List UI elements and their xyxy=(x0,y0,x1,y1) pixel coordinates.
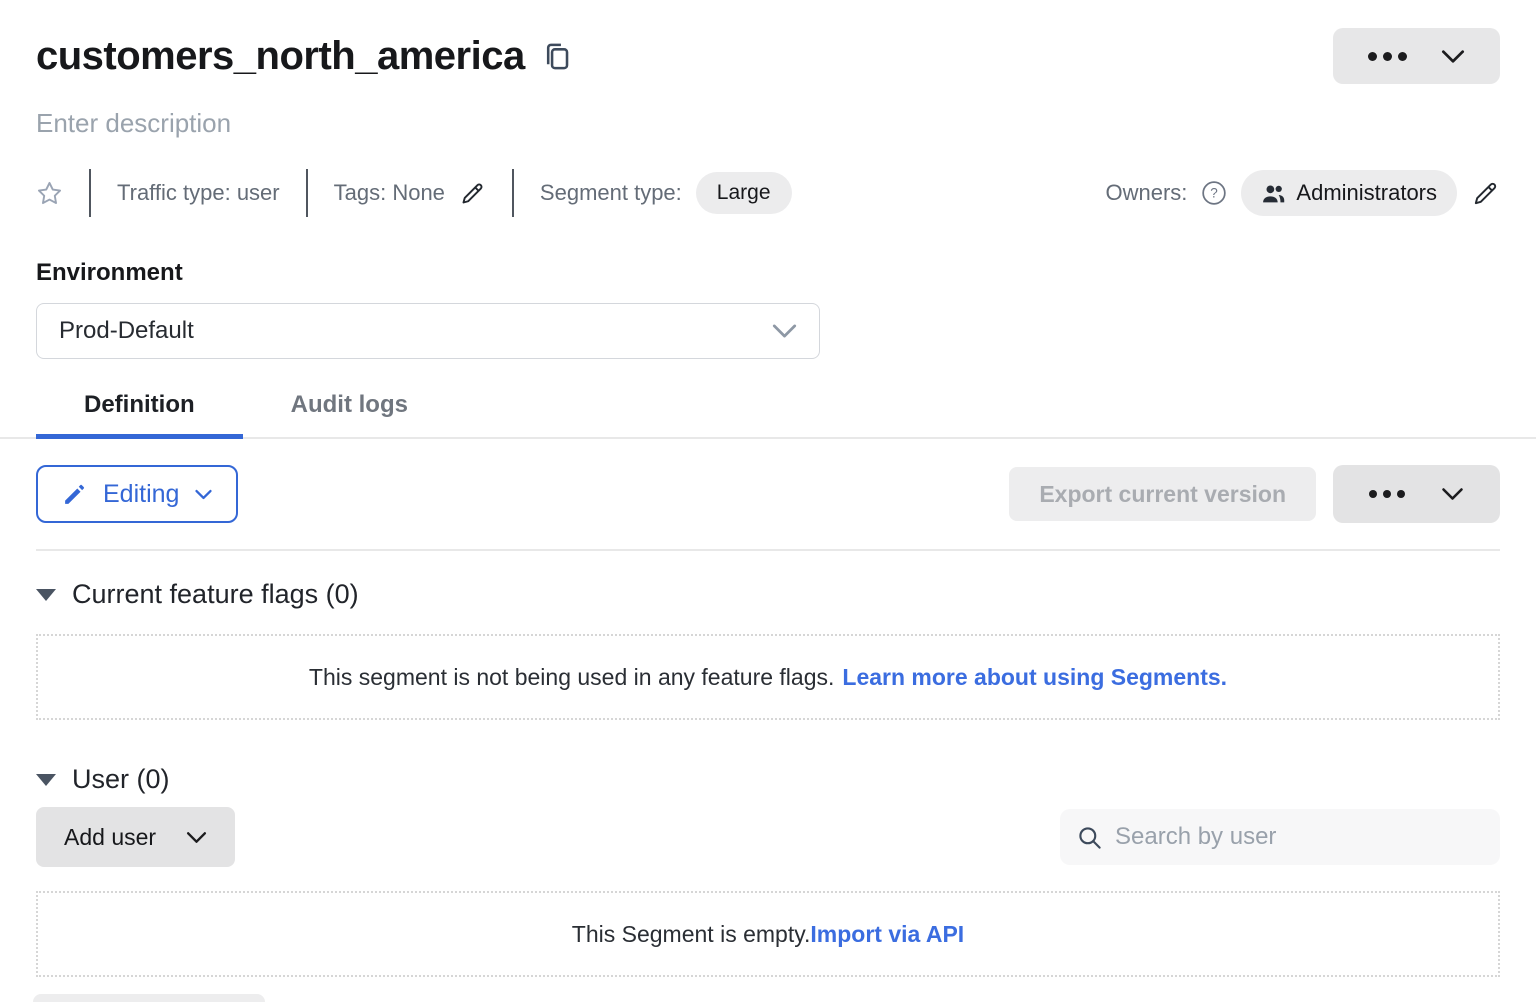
user-empty-text: This Segment is empty. xyxy=(572,921,811,947)
owners-label: Owners: xyxy=(1105,180,1187,206)
people-icon xyxy=(1261,183,1286,204)
divider xyxy=(306,169,308,217)
traffic-type-label: Traffic type: user xyxy=(117,180,280,206)
page-title: customers_north_america xyxy=(36,34,525,79)
divider xyxy=(512,169,514,217)
section-divider xyxy=(36,549,1500,551)
user-toolbar: Add user xyxy=(36,807,1500,867)
edit-tags-pencil-icon[interactable] xyxy=(459,180,486,207)
search-by-user-box xyxy=(1060,809,1500,865)
user-section-toggle[interactable]: User (0) xyxy=(36,764,170,795)
learn-more-link[interactable]: Learn more about using Segments. xyxy=(842,664,1227,690)
tags-group: Tags: None xyxy=(334,180,486,207)
editing-mode-button[interactable]: Editing xyxy=(36,465,238,523)
environment-selected-value: Prod-Default xyxy=(59,317,194,345)
user-section-title: User (0) xyxy=(72,764,170,795)
feature-flags-empty-text: This segment is not being used in any fe… xyxy=(309,664,834,690)
add-user-button[interactable]: Add user xyxy=(36,807,235,867)
chevron-down-icon xyxy=(772,323,797,339)
segment-detail-page: customers_north_america Enter descriptio… xyxy=(0,0,1536,1002)
help-circle-icon[interactable]: ? xyxy=(1201,180,1227,206)
svg-text:?: ? xyxy=(1211,186,1219,201)
caret-down-icon xyxy=(36,589,56,601)
ellipsis-icon xyxy=(1368,52,1407,61)
import-via-api-link[interactable]: Import via API xyxy=(810,921,964,947)
header: customers_north_america xyxy=(36,0,1500,84)
definition-more-button[interactable] xyxy=(1333,465,1500,523)
ellipsis-icon xyxy=(1369,490,1405,498)
partial-button-bottom[interactable] xyxy=(33,994,265,1002)
chevron-down-icon xyxy=(186,831,207,844)
star-icon[interactable] xyxy=(36,180,63,207)
chevron-down-icon xyxy=(1441,487,1464,501)
header-more-button[interactable] xyxy=(1333,28,1500,84)
segment-type-badge: Large xyxy=(696,172,792,214)
owners-group: Owners: ? Administrators xyxy=(1105,170,1500,216)
meta-bar: Traffic type: user Tags: None Segment ty… xyxy=(36,169,1500,217)
tab-bar: Definition Audit logs xyxy=(0,387,1536,439)
feature-flags-section-toggle[interactable]: Current feature flags (0) xyxy=(36,579,359,610)
add-user-label: Add user xyxy=(64,824,156,851)
editing-label: Editing xyxy=(103,480,179,509)
export-current-version-button[interactable]: Export current version xyxy=(1009,467,1316,521)
feature-flags-section-title: Current feature flags (0) xyxy=(72,579,359,610)
definition-toolbar: Editing Export current version xyxy=(36,465,1500,523)
copy-icon[interactable] xyxy=(543,41,570,72)
pencil-icon xyxy=(62,482,87,507)
edit-owners-pencil-icon[interactable] xyxy=(1471,179,1500,208)
search-icon xyxy=(1076,824,1103,851)
owners-value: Administrators xyxy=(1296,180,1437,206)
environment-select[interactable]: Prod-Default xyxy=(36,303,820,359)
user-empty-state: This Segment is empty.Import via API xyxy=(36,891,1500,977)
segment-type-group: Segment type: Large xyxy=(540,172,792,214)
chevron-down-icon xyxy=(1441,49,1465,64)
feature-flags-empty-state: This segment is not being used in any fe… xyxy=(36,634,1500,720)
tab-audit-logs[interactable]: Audit logs xyxy=(243,387,456,437)
search-by-user-input[interactable] xyxy=(1113,822,1484,852)
segment-type-label: Segment type: xyxy=(540,180,682,206)
environment-label: Environment xyxy=(36,259,1500,287)
owners-badge[interactable]: Administrators xyxy=(1241,170,1457,216)
caret-down-icon xyxy=(36,774,56,786)
tags-label: Tags: None xyxy=(334,180,445,206)
chevron-down-icon xyxy=(195,489,212,500)
tab-definition[interactable]: Definition xyxy=(36,387,243,439)
description-input[interactable]: Enter description xyxy=(36,108,1500,139)
divider xyxy=(89,169,91,217)
